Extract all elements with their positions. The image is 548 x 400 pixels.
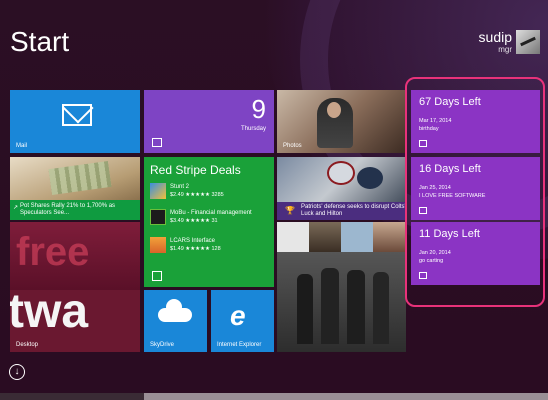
store-app-price: $1.49 ★★★★★ 128 [170, 246, 221, 252]
mail-tile[interactable]: Mail [10, 90, 140, 153]
desktop-wallpaper-word: free [16, 230, 90, 274]
finance-image [48, 160, 112, 196]
people-photo-placeholder [341, 222, 373, 252]
desktop-wallpaper-word: twa [10, 285, 89, 338]
stunt-app-icon [150, 183, 166, 199]
horizontal-scrollbar[interactable] [0, 393, 548, 400]
band-member [297, 274, 313, 344]
store-app-name: Stunt 2 [170, 184, 190, 190]
desktop-label: Desktop [16, 342, 39, 348]
store-bag-icon [152, 271, 162, 281]
band-member [373, 272, 389, 344]
store-app-name: MoBu - Financial management [170, 210, 252, 216]
photo-face [327, 102, 341, 118]
desktop-tile[interactable]: free twa Desktop [10, 222, 140, 352]
store-app-price: $3.49 ★★★★★ 31 [170, 218, 218, 224]
store-title: Red Stripe Deals [150, 163, 241, 177]
calendar-day-name: Thursday [240, 126, 266, 132]
start-title: Start [10, 26, 70, 57]
mail-icon [62, 104, 92, 126]
people-photo-logo [277, 222, 309, 252]
store-app-item: LCARS Interface $1.49 ★★★★★ 128 [150, 237, 270, 257]
trophy-icon: 🏆 [285, 206, 295, 215]
user-subtitle: mgr [498, 45, 512, 54]
calendar-day-number: 9 [251, 94, 266, 124]
store-app-price: $2.49 ★★★★★ 3285 [170, 192, 224, 198]
people-tile[interactable] [277, 222, 406, 352]
store-app-item: MoBu - Financial management $3.49 ★★★★★ … [150, 209, 270, 229]
people-photo [309, 222, 341, 252]
down-arrow-icon[interactable]: ↓ [9, 364, 25, 380]
scrollbar-thumb[interactable] [144, 393, 548, 400]
mobu-app-icon [150, 209, 166, 225]
internet-explorer-label: Internet Explorer [217, 342, 262, 348]
store-app-item: Stunt 2 $2.49 ★★★★★ 3285 [150, 183, 270, 203]
band-member [347, 270, 365, 344]
calendar-icon [152, 138, 162, 147]
photos-label: Photos [283, 143, 302, 149]
calendar-tile[interactable]: 9 Thursday [144, 90, 274, 153]
skydrive-label: SkyDrive [150, 342, 175, 348]
user-name: sudip [478, 29, 512, 45]
sports-headline: Patriots' defense seeks to disrupt Colts… [301, 204, 406, 217]
highlight-box [405, 77, 545, 307]
finance-headline: Pot Shares Rally 21% to 1,700% as Specul… [20, 203, 116, 216]
trend-up-icon: ↗ [13, 205, 19, 211]
skydrive-tile[interactable]: SkyDrive [144, 290, 207, 352]
band-member [321, 268, 339, 344]
store-tile[interactable]: Red Stripe Deals Stunt 2 $2.49 ★★★★★ 328… [144, 157, 274, 287]
photos-tile[interactable]: Photos [277, 90, 406, 153]
internet-explorer-tile[interactable]: e Internet Explorer [211, 290, 274, 352]
sports-image-helmet [327, 161, 355, 185]
sports-image-player [357, 167, 383, 189]
sports-tile[interactable]: 🏆 Patriots' defense seeks to disrupt Col… [277, 157, 406, 220]
finance-tile[interactable]: ↗ Pot Shares Rally 21% to 1,700% as Spec… [10, 157, 140, 220]
internet-explorer-icon: e [230, 300, 246, 331]
mail-label: Mail [16, 143, 28, 149]
people-photo [373, 222, 406, 252]
store-app-name: LCARS Interface [170, 238, 216, 244]
user-account[interactable]: sudip mgr [479, 29, 512, 54]
lcars-app-icon [150, 237, 166, 253]
avatar[interactable] [516, 30, 540, 54]
cloud-icon [158, 299, 192, 322]
